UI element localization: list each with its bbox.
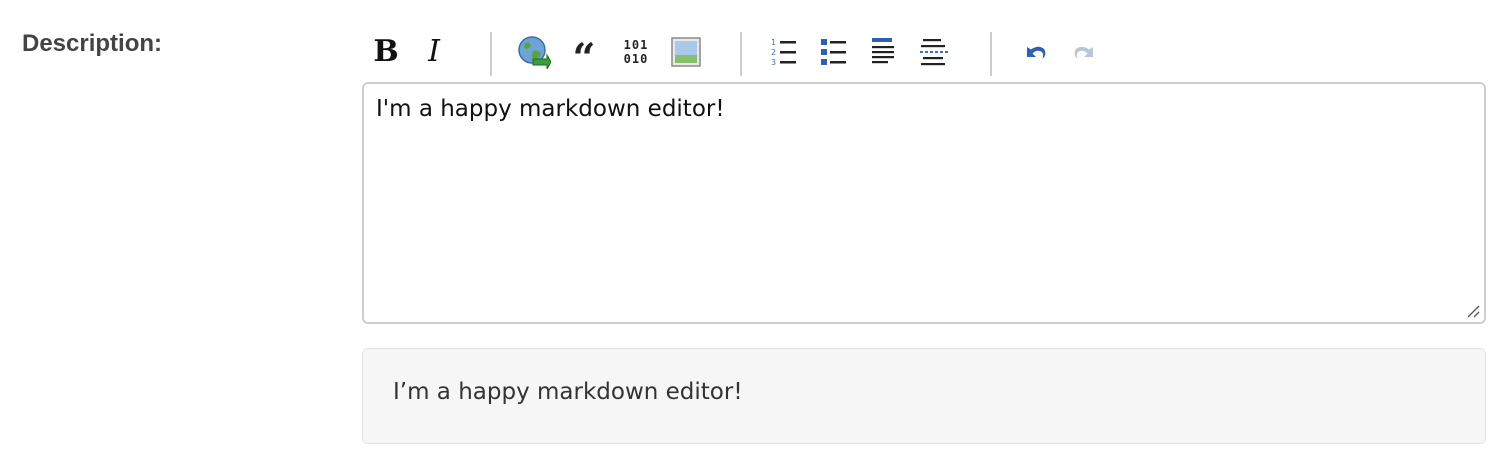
redo-button[interactable] xyxy=(1064,32,1104,72)
toolbar-separator xyxy=(740,32,742,76)
undo-icon xyxy=(1027,46,1046,59)
image-button[interactable] xyxy=(666,32,706,72)
heading-button[interactable] xyxy=(864,32,904,72)
code-icon: 101 010 xyxy=(623,38,649,66)
link-button[interactable] xyxy=(514,32,554,72)
preview-text: I’m a happy markdown editor! xyxy=(393,379,743,405)
bold-button[interactable]: B xyxy=(366,32,406,72)
italic-button[interactable]: I xyxy=(414,32,454,72)
quote-icon: “ xyxy=(572,35,596,82)
ordered-list-icon: 1 2 3 xyxy=(771,38,796,67)
bulleted-list-icon xyxy=(821,39,846,65)
svg-text:2: 2 xyxy=(771,48,776,57)
horizontal-rule-button[interactable] xyxy=(914,32,954,72)
ordered-list-button[interactable]: 1 2 3 xyxy=(764,32,804,72)
svg-text:3: 3 xyxy=(771,58,776,67)
markdown-preview: I’m a happy markdown editor! xyxy=(362,348,1486,444)
bulleted-list-button[interactable] xyxy=(814,32,854,72)
markdown-toolbar: B I “ 101 010 1 2 3 xyxy=(362,26,1122,80)
image-icon xyxy=(671,37,701,67)
blockquote-button[interactable]: “ xyxy=(564,32,604,79)
globe-link-icon xyxy=(518,36,551,69)
heading-icon xyxy=(872,38,894,64)
toolbar-separator xyxy=(490,32,492,76)
description-label: Description: xyxy=(22,30,163,57)
svg-text:1: 1 xyxy=(771,38,776,47)
undo-button[interactable] xyxy=(1016,32,1056,72)
toolbar-separator xyxy=(990,32,992,76)
markdown-textarea[interactable]: I'm a happy markdown editor! xyxy=(362,82,1486,324)
redo-icon xyxy=(1074,46,1093,59)
horizontal-rule-icon xyxy=(920,39,948,66)
editor-text: I'm a happy markdown editor! xyxy=(376,96,725,122)
bold-icon: B xyxy=(373,34,399,69)
code-button[interactable]: 101 010 xyxy=(616,32,656,72)
resize-grip-icon[interactable] xyxy=(1466,304,1480,318)
italic-icon: I xyxy=(428,34,440,69)
